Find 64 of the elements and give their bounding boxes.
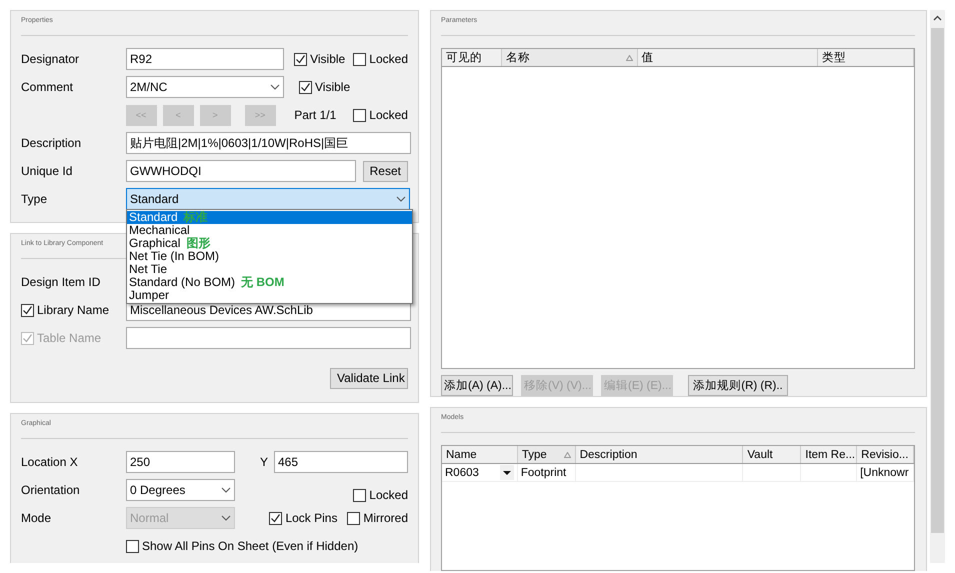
column-header[interactable]: Item Re... bbox=[801, 446, 858, 463]
dropdown-option[interactable]: Standard 标准 bbox=[127, 211, 412, 224]
scrollbar[interactable] bbox=[930, 10, 945, 563]
check-icon bbox=[22, 304, 33, 316]
check-icon bbox=[270, 512, 282, 524]
combo-box[interactable]: 0 Degrees bbox=[126, 479, 235, 501]
validate-link-button[interactable]: Validate Link bbox=[330, 368, 408, 389]
dropdown-option[interactable]: Graphical 图形 bbox=[127, 237, 412, 250]
field-label: Type bbox=[21, 192, 48, 206]
field-label: Design Item ID bbox=[21, 275, 102, 290]
field-label: Y bbox=[260, 455, 270, 469]
column-header[interactable]: Type bbox=[518, 446, 576, 463]
checkbox[interactable]: Lock Pins bbox=[269, 511, 338, 525]
field-label: Description bbox=[21, 136, 82, 150]
combo-box[interactable]: 2M/NC bbox=[126, 76, 284, 98]
field-label: Orientation bbox=[21, 483, 81, 497]
table-cell: [Unknowr bbox=[857, 464, 914, 481]
checkbox[interactable]: Locked bbox=[353, 52, 408, 66]
check-icon bbox=[295, 54, 306, 64]
sort-icon bbox=[626, 54, 633, 60]
column-header[interactable]: Description bbox=[576, 446, 744, 463]
part-label: Part 1/1 bbox=[294, 108, 338, 122]
checkbox[interactable]: Locked bbox=[353, 488, 408, 502]
scroll-up-icon[interactable] bbox=[933, 15, 942, 21]
column-header[interactable]: Revisio... bbox=[857, 446, 914, 463]
dropdown-option[interactable]: Net Tie (In BOM) bbox=[127, 250, 412, 263]
field-label: Location X bbox=[21, 455, 79, 469]
check-icon bbox=[300, 82, 311, 92]
checkbox[interactable]: Mirrored bbox=[347, 511, 408, 525]
parameter-button[interactable]: 添加(A) (A)... bbox=[441, 375, 513, 396]
field-label: Comment bbox=[21, 80, 74, 94]
column-header[interactable]: Vault bbox=[743, 446, 802, 463]
chevron-down-icon bbox=[270, 84, 280, 90]
checkbox[interactable]: Visible bbox=[299, 80, 350, 94]
text-field[interactable]: 250 bbox=[126, 451, 235, 473]
dropdown-option[interactable]: Standard (No BOM) 无 BOM bbox=[127, 276, 412, 289]
text-field[interactable]: GWWHODQI bbox=[126, 160, 356, 182]
table-cell: R0603 bbox=[442, 464, 518, 481]
checkbox[interactable]: Locked bbox=[353, 108, 408, 122]
parameter-button[interactable]: 添加规则(R) (R).. bbox=[688, 375, 788, 396]
column-header[interactable]: 值 bbox=[638, 49, 818, 66]
dropdown-option[interactable]: Mechanical bbox=[127, 224, 412, 237]
reset-button[interactable]: Reset bbox=[362, 160, 408, 182]
chevron-down-icon bbox=[221, 487, 231, 493]
type-dropdown[interactable]: Standard bbox=[126, 188, 410, 210]
text-field[interactable]: 贴片电阻|2M|1%|0603|1/10W|RoHS|国巨 bbox=[126, 132, 411, 154]
field-label: Designator bbox=[21, 52, 80, 66]
text-field[interactable]: R92 bbox=[126, 48, 284, 70]
checkbox[interactable]: Show All Pins On Sheet (Even if Hidden) bbox=[126, 539, 358, 553]
checkbox[interactable]: Visible bbox=[294, 52, 346, 66]
text-field[interactable]: 465 bbox=[274, 451, 408, 473]
column-header[interactable]: 名称 bbox=[502, 49, 638, 66]
column-header[interactable]: 类型 bbox=[818, 49, 914, 66]
field-label: Unique Id bbox=[21, 164, 74, 178]
text-field[interactable] bbox=[126, 327, 411, 350]
checkbox[interactable]: Library Name bbox=[21, 303, 126, 318]
dropdown-option[interactable]: Net Tie bbox=[127, 263, 412, 276]
check-icon bbox=[22, 332, 33, 344]
dropdown-option[interactable]: Jumper bbox=[127, 289, 412, 302]
field-label: Mode bbox=[21, 511, 52, 525]
chevron-down-icon bbox=[396, 196, 406, 202]
chevron-down-icon bbox=[221, 515, 231, 521]
table-cell: Footprint bbox=[518, 464, 576, 481]
sort-icon bbox=[564, 452, 571, 458]
